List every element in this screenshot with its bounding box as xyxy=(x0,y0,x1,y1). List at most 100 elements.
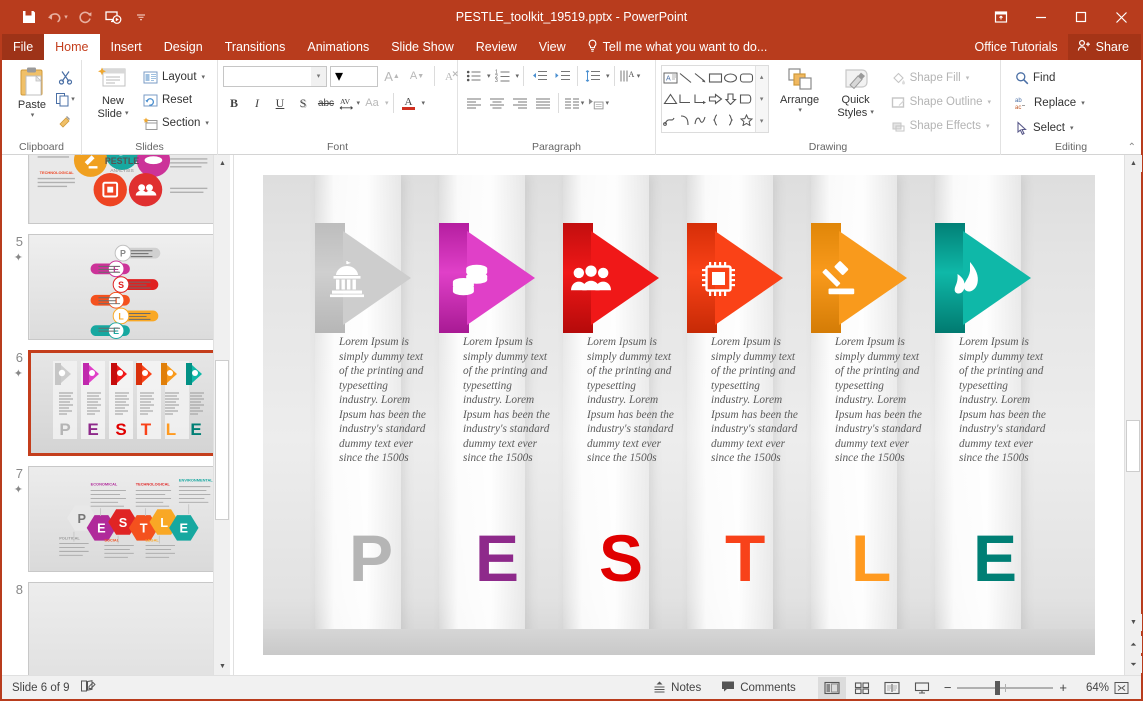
body-text-political[interactable]: Lorem Ipsum is simply dummy text of the … xyxy=(339,335,429,466)
thumbnail-image[interactable]: PESTLE ANALYSIS LEGAL TECHNOLOGICAL xyxy=(28,155,217,224)
letter-t[interactable]: T xyxy=(725,525,765,591)
comments-button[interactable]: Comments xyxy=(711,676,806,700)
thumbnail-slide-7[interactable]: 7✦ xyxy=(2,461,230,577)
layout-button[interactable]: Layout ▾ xyxy=(139,66,213,88)
shape-elbow-arrow-icon[interactable] xyxy=(693,88,708,109)
shapes-more-icon[interactable]: ▾ xyxy=(756,110,768,132)
tab-slide-show[interactable]: Slide Show xyxy=(380,34,465,60)
presentation-icon[interactable] xyxy=(100,5,126,29)
letter-e-environmental[interactable]: E xyxy=(973,525,1017,591)
change-case-button[interactable]: Aa xyxy=(361,92,383,114)
font-size-input[interactable]: ▾ xyxy=(330,66,378,87)
shapes-gallery-scroll[interactable]: ▴ ▾ ▾ xyxy=(755,66,768,132)
body-text-environmental[interactable]: Lorem Ipsum is simply dummy text of the … xyxy=(959,335,1049,466)
italic-button[interactable]: I xyxy=(246,92,268,114)
body-text-social[interactable]: Lorem Ipsum is simply dummy text of the … xyxy=(587,335,677,466)
font-name-input[interactable]: ▾ xyxy=(223,66,327,87)
zoom-in-button[interactable]: + xyxy=(1059,680,1067,695)
shape-triangle-icon[interactable] xyxy=(663,88,678,109)
shape-star-icon[interactable] xyxy=(738,110,753,131)
select-button[interactable]: Select ▾ xyxy=(1011,117,1089,139)
align-right-button[interactable] xyxy=(509,92,531,114)
body-text-legal[interactable]: Lorem Ipsum is simply dummy text of the … xyxy=(835,335,925,466)
arrange-button[interactable]: Arrange ▾ xyxy=(775,65,825,116)
letter-s[interactable]: S xyxy=(599,525,643,591)
previous-slide-icon[interactable]: ⏶ xyxy=(1125,636,1142,653)
thumbnail-image-selected[interactable]: P E S T L E xyxy=(28,350,217,456)
next-slide-icon[interactable]: ⏷ xyxy=(1125,656,1142,673)
thumbnail-slide-5[interactable]: 5✦ P E S T L E xyxy=(2,229,230,345)
fit-slide-icon[interactable] xyxy=(1109,681,1133,695)
bullets-button[interactable] xyxy=(463,65,485,87)
zoom-percentage[interactable]: 64% xyxy=(1075,682,1109,694)
section-button[interactable]: Section ▾ xyxy=(139,112,213,134)
columns-button[interactable]: ▾ xyxy=(563,92,585,114)
tab-home[interactable]: Home xyxy=(44,34,99,60)
font-color-button[interactable]: A xyxy=(398,92,420,114)
shape-curve-icon[interactable] xyxy=(678,110,693,131)
thumbnail-scrollbar[interactable]: ▲ ▼ xyxy=(213,155,230,675)
thumbnail-scroll-down-icon[interactable]: ▼ xyxy=(214,658,230,675)
increase-font-size-button[interactable]: A▲ xyxy=(381,65,403,87)
numbering-button[interactable]: 123 xyxy=(492,65,514,87)
zoom-out-button[interactable]: − xyxy=(944,680,952,695)
flag-environmental[interactable] xyxy=(935,223,1059,333)
shape-effects-button[interactable]: Shape Effects ▾ xyxy=(887,115,995,137)
align-center-button[interactable] xyxy=(486,92,508,114)
shape-right-brace-icon[interactable] xyxy=(723,110,738,131)
save-icon[interactable] xyxy=(16,5,42,29)
shapes-scroll-up-icon[interactable]: ▴ xyxy=(756,66,768,88)
chevron-down-icon[interactable] xyxy=(128,5,154,29)
tell-me-search[interactable]: Tell me what you want to do... xyxy=(577,34,778,60)
notes-button[interactable]: Notes xyxy=(643,676,711,700)
quick-styles-button[interactable]: Quick Styles ▾ xyxy=(831,65,881,121)
thumbnail-image[interactable]: PESTLE ECONOMICAL xyxy=(28,466,217,572)
thumbnail-image[interactable]: P E S T L E xyxy=(28,234,217,340)
slide-show-button[interactable] xyxy=(908,677,936,699)
shape-arrow-icon[interactable] xyxy=(693,67,708,88)
flag-social[interactable] xyxy=(563,223,687,333)
thumbnail-slide-4[interactable]: 4✦ PESTLE ANALYSIS xyxy=(2,155,230,229)
underline-button[interactable]: U xyxy=(269,92,291,114)
shape-oval-icon[interactable] xyxy=(723,67,738,88)
flag-technological[interactable] xyxy=(687,223,811,333)
shape-scribble-icon[interactable] xyxy=(663,110,678,131)
text-shadow-button[interactable]: S xyxy=(292,92,314,114)
flag-legal[interactable] xyxy=(811,223,935,333)
shape-down-arrow-icon[interactable] xyxy=(723,88,738,109)
cut-button[interactable] xyxy=(54,66,76,88)
notes-page-icon[interactable] xyxy=(80,679,96,696)
share-button[interactable]: Share xyxy=(1068,34,1141,60)
close-icon[interactable] xyxy=(1101,0,1141,34)
font-size-dropdown-icon[interactable]: ▾ xyxy=(335,66,343,86)
convert-to-smartart-button[interactable]: ▾ xyxy=(587,92,609,114)
letter-l[interactable]: L xyxy=(851,525,891,591)
justify-button[interactable] xyxy=(532,92,554,114)
line-spacing-button[interactable] xyxy=(582,65,604,87)
body-text-economic[interactable]: Lorem Ipsum is simply dummy text of the … xyxy=(463,335,553,466)
shape-line-icon[interactable] xyxy=(678,67,693,88)
normal-view-button[interactable] xyxy=(818,677,846,699)
current-slide[interactable]: Lorem Ipsum is simply dummy text of the … xyxy=(263,175,1095,655)
letter-e-economic[interactable]: E xyxy=(475,525,519,591)
thumbnail-slide-8[interactable]: 8 xyxy=(2,577,230,675)
copy-button[interactable]: ▾ xyxy=(54,88,76,110)
decrease-font-size-button[interactable]: A▼ xyxy=(406,65,428,87)
shape-left-brace-icon[interactable] xyxy=(708,110,723,131)
tab-insert[interactable]: Insert xyxy=(100,34,153,60)
shapes-scroll-down-icon[interactable]: ▾ xyxy=(756,88,768,110)
new-slide-button[interactable]: New Slide ▾ xyxy=(87,64,139,122)
tab-review[interactable]: Review xyxy=(465,34,528,60)
tab-view[interactable]: View xyxy=(528,34,577,60)
paste-button[interactable]: Paste ▾ xyxy=(10,64,54,121)
zoom-slider-handle[interactable] xyxy=(995,681,1000,695)
font-name-dropdown-icon[interactable]: ▾ xyxy=(311,67,326,86)
shape-fill-button[interactable]: Shape Fill ▾ xyxy=(887,67,995,89)
slide-scrollbar[interactable]: ▲ ▼ ⏶ ⏷ xyxy=(1124,155,1141,675)
slide-scroll-down-icon[interactable]: ▼ xyxy=(1125,614,1142,631)
tab-animations[interactable]: Animations xyxy=(296,34,380,60)
decrease-indent-button[interactable] xyxy=(528,65,550,87)
body-text-technological[interactable]: Lorem Ipsum is simply dummy text of the … xyxy=(711,335,801,466)
flag-political[interactable] xyxy=(315,223,439,333)
character-spacing-button[interactable]: AV ▾ xyxy=(338,92,360,114)
